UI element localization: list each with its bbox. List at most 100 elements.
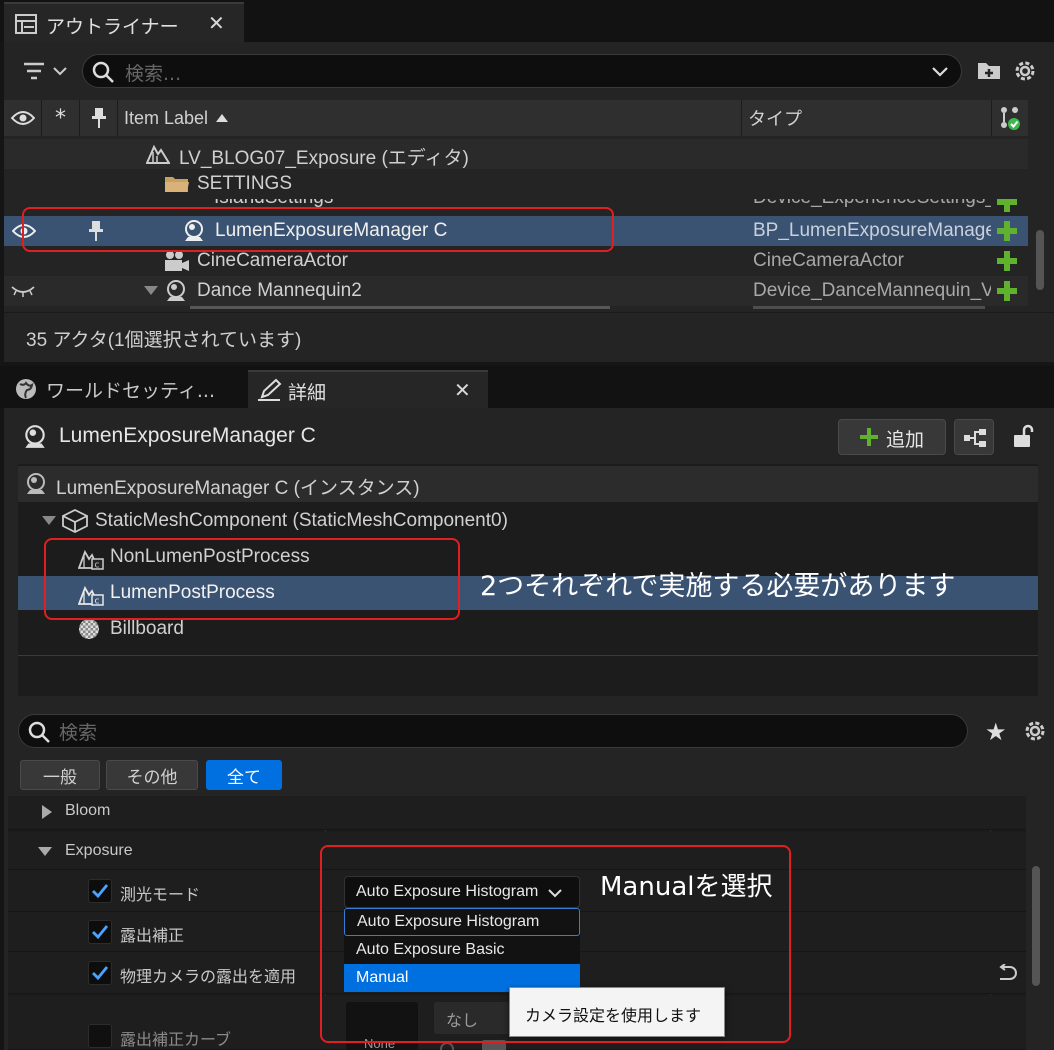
category-label: Bloom	[65, 802, 111, 819]
outliner-row-level[interactable]: LV_BLOG07_Exposure (エディタ)	[4, 139, 1028, 169]
partial-text	[190, 306, 610, 309]
outliner-status-bar: 35 アクタ(1個選択されています)	[4, 312, 1054, 362]
pin-icon	[91, 107, 107, 129]
gear-icon[interactable]	[1012, 58, 1038, 84]
outliner-row-mannequin[interactable]: Dance Mannequin2 Device_DanceMannequin_V	[4, 276, 1028, 306]
expand-arrow-icon[interactable]	[42, 805, 52, 819]
eye-closed-icon[interactable]	[10, 285, 36, 297]
star-icon[interactable]: ★	[985, 718, 1007, 746]
partial-text	[753, 306, 985, 309]
row-type: BP_LumenExposureManage	[753, 220, 991, 241]
tab-details-title: 詳細	[288, 382, 327, 404]
outliner-tab-title: アウトライナー	[46, 16, 179, 38]
annotation-note-manual: Manualを選択	[600, 872, 773, 902]
category-bloom[interactable]: Bloom	[8, 796, 1026, 830]
filter-general-button[interactable]: 一般	[20, 760, 100, 790]
row-label: LV_BLOG07_Exposure (エディタ)	[179, 148, 469, 169]
eye-icon	[10, 110, 35, 126]
close-icon[interactable]: ✕	[454, 378, 471, 402]
reset-arrow-icon[interactable]	[996, 964, 1018, 982]
row-type: CineCameraActor	[753, 250, 904, 271]
asterisk-icon: *	[55, 105, 66, 131]
edit-icon	[256, 378, 282, 402]
divider	[18, 655, 1038, 656]
unlock-icon[interactable]	[1012, 424, 1034, 448]
tab-details[interactable]: 詳細 ✕	[248, 370, 488, 408]
collapse-arrow-icon[interactable]	[38, 847, 52, 857]
source-control-column[interactable]	[992, 100, 1028, 136]
filter-all-button[interactable]: 全て	[206, 760, 282, 790]
expand-arrow-icon[interactable]	[42, 516, 56, 526]
category-label: Exposure	[65, 842, 133, 859]
property-label: 測光モード	[120, 887, 201, 904]
sort-up-icon	[216, 114, 229, 122]
actor-icon	[24, 472, 48, 496]
type-column[interactable]: タイプ	[742, 100, 992, 136]
status-text: 35 アクタ(1個選択されています)	[26, 330, 302, 351]
plus-icon[interactable]	[996, 199, 1018, 213]
expand-arrow-icon[interactable]	[144, 286, 158, 296]
type-header: タイプ	[748, 109, 802, 129]
property-label: 露出補正	[120, 928, 185, 945]
tab-outliner[interactable]: アウトライナー ✕	[4, 2, 244, 42]
component-label: LumenExposureManager C (インスタンス)	[56, 478, 420, 499]
chevron-down-icon[interactable]	[931, 64, 949, 80]
component-label: Billboard	[110, 618, 184, 639]
plus-icon[interactable]	[996, 280, 1018, 302]
annotation-box-components	[44, 538, 460, 620]
chevron-down-icon[interactable]	[52, 63, 68, 79]
tab-world-settings[interactable]: ワールドセッティ...	[4, 370, 242, 408]
details-scrollbar[interactable]	[1032, 866, 1040, 986]
row-label: CineCameraActor	[197, 250, 348, 271]
pin-column[interactable]	[80, 100, 118, 136]
blueprint-button[interactable]	[954, 419, 994, 455]
component-row-root[interactable]: LumenExposureManager C (インスタンス)	[18, 466, 1038, 502]
actor-icon	[164, 279, 188, 303]
outliner-search-input[interactable]: 検索...	[82, 54, 962, 88]
source-control-icon	[999, 106, 1021, 130]
outliner-scrollbar[interactable]	[1036, 230, 1044, 290]
billboard-icon	[78, 618, 100, 640]
search-placeholder: 検索...	[125, 63, 182, 85]
plus-icon	[859, 427, 879, 447]
mesh-icon	[62, 509, 88, 533]
details-search-input[interactable]: 検索	[18, 714, 968, 748]
search-icon	[91, 60, 115, 84]
actor-icon	[22, 424, 48, 450]
browse-icon[interactable]	[440, 1042, 454, 1050]
property-label: 露出補正カーブ	[120, 1032, 232, 1049]
add-folder-icon[interactable]	[976, 58, 1002, 82]
row-label: Dance Mannequin2	[197, 280, 362, 301]
search-icon	[27, 720, 51, 744]
override-checkbox[interactable]	[88, 920, 112, 944]
component-label: StaticMeshComponent (StaticMeshComponent…	[95, 510, 508, 531]
add-component-button[interactable]: 追加	[838, 419, 946, 455]
search-placeholder: 検索	[59, 722, 98, 744]
filter-icon[interactable]	[22, 60, 48, 82]
tab-world-title: ワールドセッティ...	[46, 380, 215, 402]
actor-name: LumenExposureManager C	[59, 424, 316, 447]
add-button-label: 追加	[886, 429, 925, 451]
property-label: 物理カメラの露出を適用	[120, 969, 297, 986]
plus-icon[interactable]	[996, 250, 1018, 272]
override-checkbox[interactable]	[88, 879, 112, 903]
override-checkbox[interactable]	[88, 961, 112, 985]
override-checkbox[interactable]	[88, 1024, 112, 1048]
component-row-staticmesh[interactable]: StaticMeshComponent (StaticMeshComponent…	[18, 504, 1038, 538]
row-label: SETTINGS	[197, 173, 293, 194]
row-type: Device_ExperienceSettings_	[753, 199, 991, 209]
close-icon[interactable]: ✕	[208, 11, 225, 35]
plus-icon[interactable]	[996, 220, 1018, 242]
outliner-row-folder[interactable]: SETTINGS	[4, 169, 1028, 199]
blueprint-icon	[963, 428, 987, 448]
item-label-column[interactable]: Item Label	[118, 100, 742, 136]
annotation-note-components: 2つそれぞれで実施する必要があります	[480, 571, 956, 602]
gear-icon[interactable]	[1022, 718, 1048, 744]
outliner-header-row: * Item Label タイプ	[4, 100, 1028, 136]
annotation-box-selected-actor	[22, 207, 614, 252]
filter-other-button[interactable]: その他	[106, 760, 198, 790]
favorite-column[interactable]: *	[42, 100, 80, 136]
visibility-column[interactable]	[4, 100, 42, 136]
folder-icon	[164, 174, 190, 194]
item-label-header: Item Label	[124, 107, 209, 128]
